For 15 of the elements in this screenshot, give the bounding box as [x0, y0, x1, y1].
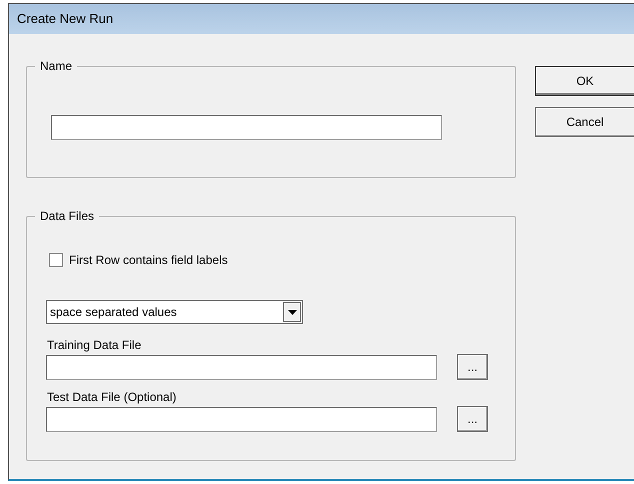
field-label: Test Data File (Optional)	[47, 390, 176, 404]
cancel-button[interactable]: Cancel	[535, 107, 634, 137]
checkbox[interactable]	[49, 253, 63, 267]
field-label: Training Data File	[47, 338, 142, 352]
group-label: Data Files	[35, 209, 100, 223]
file-path-field[interactable]	[46, 354, 437, 380]
name-field[interactable]	[51, 115, 442, 140]
format-dropdown[interactable]: space separated values	[46, 300, 303, 324]
checkbox-label: First Row contains field labels	[69, 252, 228, 269]
browse-button[interactable]: ...	[457, 406, 488, 432]
group-label: Name	[35, 59, 78, 73]
file-path-field[interactable]	[46, 406, 437, 432]
browse-button[interactable]: ...	[457, 354, 488, 380]
window-title: Create New Run	[9, 4, 634, 34]
ok-button[interactable]: OK	[535, 66, 634, 96]
